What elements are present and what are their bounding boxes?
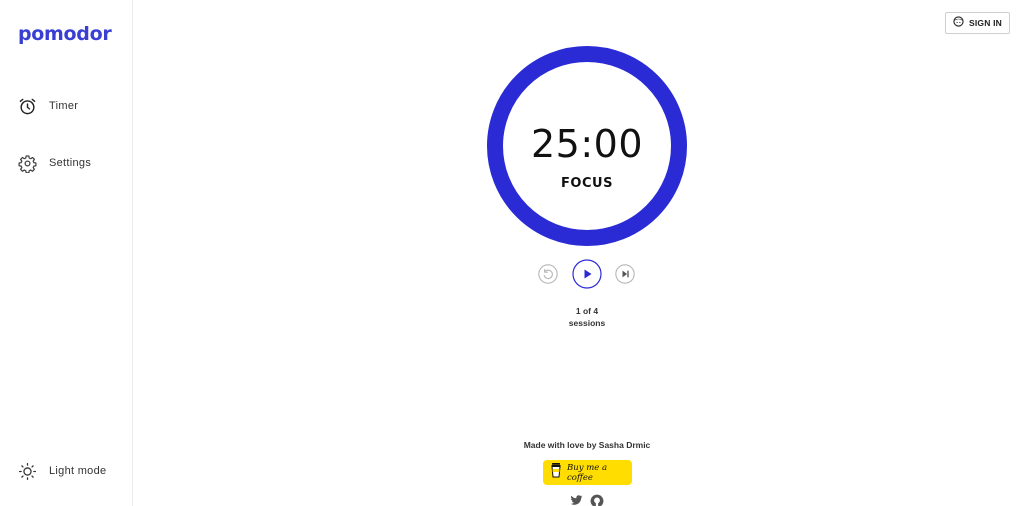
logo[interactable]: pomodor [18, 20, 112, 48]
gear-icon [18, 154, 37, 173]
session-count: 1 of 4 [575, 306, 599, 316]
sidebar: pomodor Timer Settings Light mode [0, 0, 133, 506]
logo-text: pomodor [18, 23, 112, 45]
light-mode-label: Light mode [49, 465, 107, 477]
timer-mode-label: FOCUS [561, 176, 613, 191]
coffee-label: Buy me a coffee [567, 462, 608, 483]
skip-next-icon [615, 263, 635, 289]
timer-display: 25:00 [530, 122, 643, 166]
github-icon [590, 494, 604, 506]
twitter-icon [570, 493, 583, 506]
coffee-cup-icon [550, 462, 562, 483]
sidebar-item-label: Timer [49, 100, 79, 112]
alarm-clock-icon [18, 97, 37, 116]
restart-icon [538, 263, 558, 289]
sun-icon [18, 462, 37, 481]
github-link[interactable] [590, 494, 604, 506]
play-icon [572, 258, 602, 294]
sidebar-item-label: Settings [49, 157, 92, 169]
twitter-link[interactable] [570, 493, 583, 506]
buy-me-a-coffee-button[interactable]: Buy me a coffee [543, 460, 632, 485]
footer-credit: Made with love by Sasha Drmic [523, 440, 651, 450]
skip-button[interactable] [615, 263, 635, 289]
sidebar-item-timer[interactable]: Timer [18, 95, 78, 117]
sign-in-button[interactable]: SIGN IN [945, 12, 1010, 34]
session-label: sessions [568, 318, 606, 328]
reset-button[interactable] [538, 263, 558, 289]
session-counter: 1 of 4 sessions [537, 305, 637, 329]
play-button[interactable] [572, 258, 602, 294]
sidebar-item-settings[interactable]: Settings [18, 152, 91, 174]
light-mode-toggle[interactable]: Light mode [18, 460, 106, 482]
sign-in-label: SIGN IN [968, 18, 1003, 28]
user-face-icon [953, 14, 964, 32]
